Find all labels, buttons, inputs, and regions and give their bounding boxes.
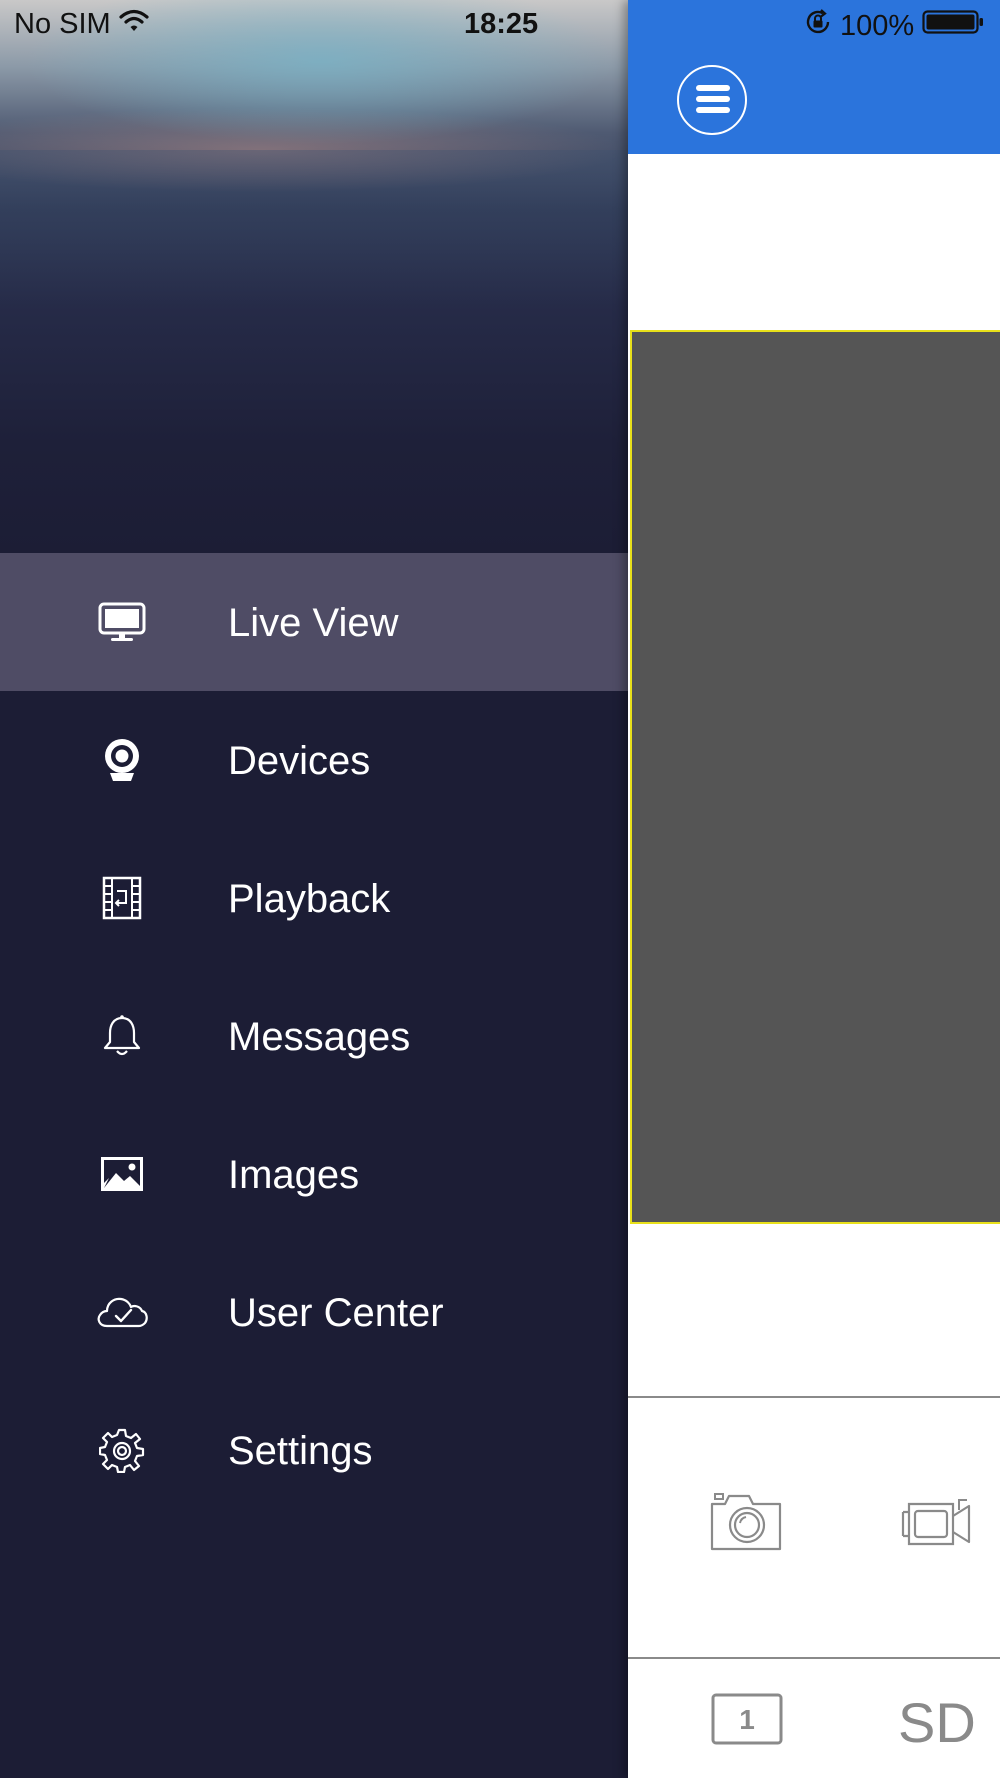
gear-icon bbox=[92, 1426, 152, 1474]
menu-item-label: Live View bbox=[228, 601, 399, 645]
wifi-icon bbox=[119, 8, 149, 41]
video-player-window[interactable] bbox=[630, 330, 1000, 1224]
battery-icon bbox=[922, 9, 984, 43]
channel-number: 1 bbox=[739, 1704, 755, 1735]
menu-item-user-center[interactable]: User Center bbox=[0, 1243, 628, 1381]
bell-icon bbox=[92, 1012, 152, 1060]
menu-item-label: Devices bbox=[228, 739, 371, 783]
film-playback-icon bbox=[92, 874, 152, 922]
orientation-lock-icon bbox=[804, 8, 832, 44]
divider bbox=[628, 1657, 1000, 1659]
drawer-header-image bbox=[0, 0, 628, 553]
menu-item-label: Images bbox=[228, 1153, 360, 1197]
hamburger-icon bbox=[696, 107, 730, 113]
menu-item-messages[interactable]: Messages bbox=[0, 967, 628, 1105]
menu-item-devices[interactable]: Devices bbox=[0, 691, 628, 829]
hamburger-icon bbox=[696, 85, 730, 91]
camera-device-icon bbox=[92, 736, 152, 784]
menu-item-label: User Center bbox=[228, 1291, 444, 1335]
divider bbox=[628, 1396, 1000, 1398]
menu-item-playback[interactable]: Playback bbox=[0, 829, 628, 967]
menu-item-label: Settings bbox=[228, 1429, 373, 1473]
menu-item-label: Messages bbox=[228, 1015, 411, 1059]
status-carrier-group: No SIM bbox=[14, 8, 149, 41]
battery-percentage: 100% bbox=[840, 9, 915, 42]
menu-item-live-view[interactable]: Live View bbox=[0, 553, 628, 691]
hamburger-icon bbox=[696, 96, 730, 102]
monitor-icon bbox=[92, 598, 152, 646]
menu-item-images[interactable]: Images bbox=[0, 1105, 628, 1243]
menu-item-label: Playback bbox=[228, 877, 391, 921]
channel-layout-button[interactable]: 1 bbox=[711, 1693, 783, 1750]
status-time: 18:25 bbox=[464, 8, 539, 40]
snapshot-camera-icon[interactable] bbox=[709, 1492, 783, 1557]
cloud-check-icon bbox=[92, 1288, 152, 1336]
drawer-menu: Live View Devices Playback Messages Imag… bbox=[0, 553, 628, 1519]
hamburger-menu-button[interactable] bbox=[677, 65, 747, 135]
carrier-label: No SIM bbox=[14, 8, 111, 40]
side-drawer: No SIM 18:25 Live View Devices Playback … bbox=[0, 0, 628, 1778]
image-icon bbox=[92, 1150, 152, 1198]
record-video-icon[interactable] bbox=[901, 1498, 973, 1555]
quality-toggle-sd[interactable]: SD bbox=[898, 1690, 976, 1755]
menu-item-settings[interactable]: Settings bbox=[0, 1381, 628, 1519]
live-view-panel: 100% 1 SD bbox=[628, 0, 1000, 1778]
status-right-group: 100% bbox=[804, 8, 984, 44]
top-navigation-bar: 100% bbox=[628, 0, 1000, 154]
